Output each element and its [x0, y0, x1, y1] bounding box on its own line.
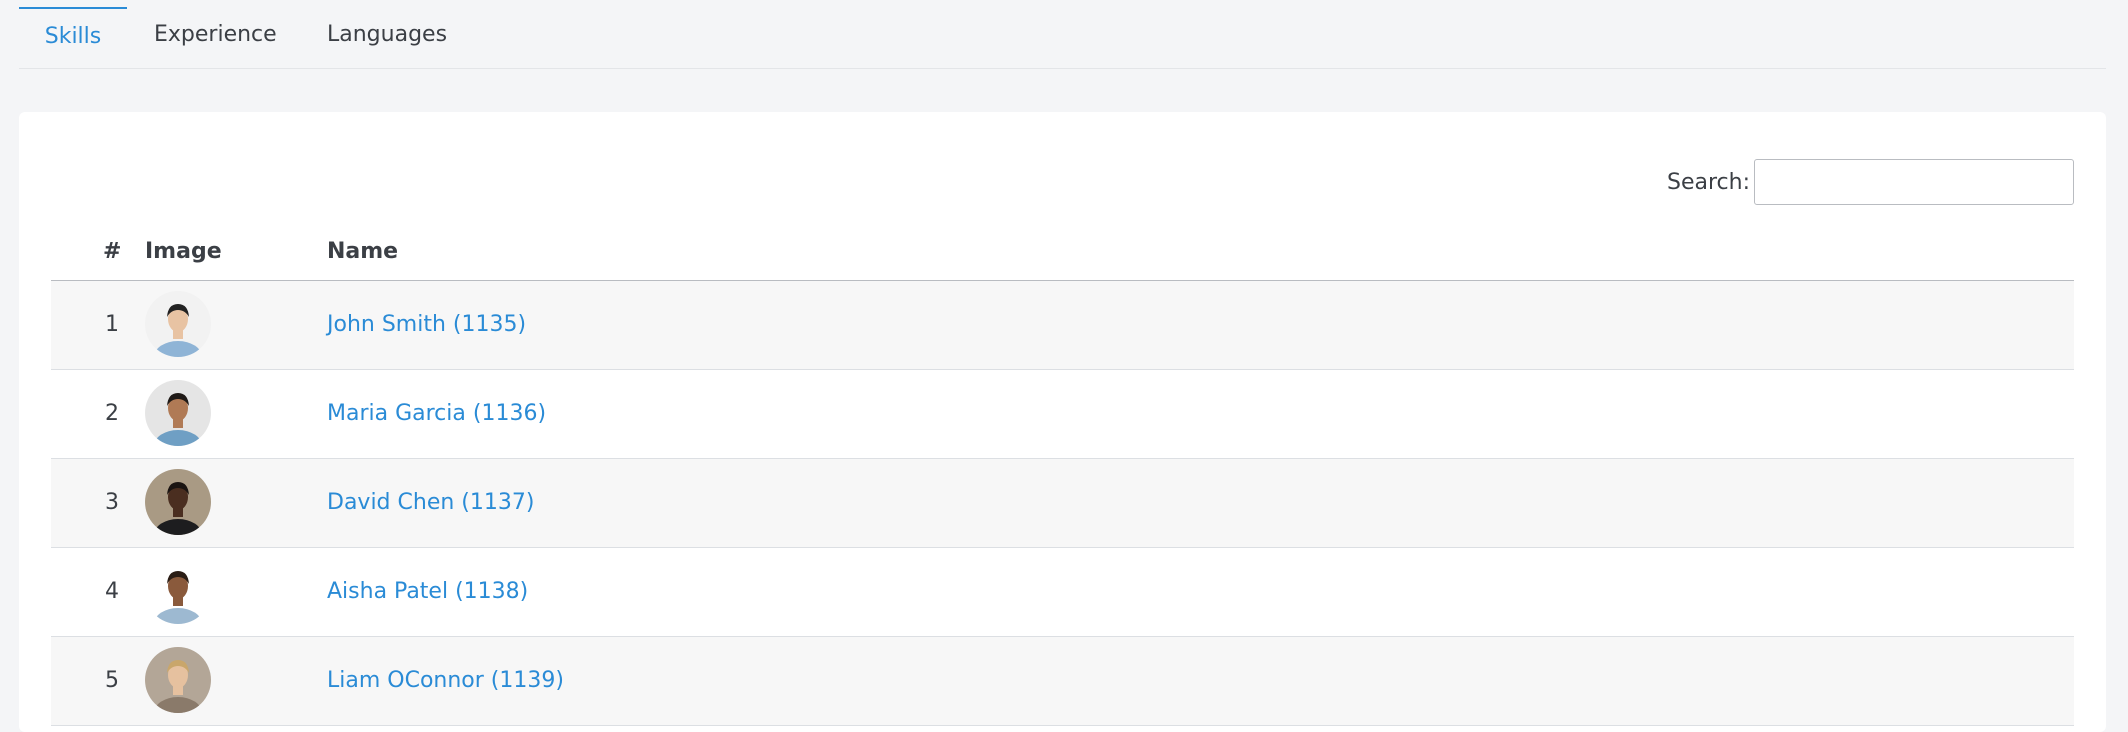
row-number: 1 — [105, 312, 119, 337]
skills-card: Search: # Image Name 1 John Smith (1135)… — [19, 112, 2106, 732]
person-photo — [145, 647, 211, 713]
row-number: 4 — [105, 579, 119, 604]
search-label: Search: — [1667, 169, 1750, 195]
person-photo — [145, 558, 211, 624]
tab-skills[interactable]: Skills — [19, 7, 127, 67]
person-photo — [145, 380, 211, 446]
row-number: 3 — [105, 490, 119, 515]
avatar — [145, 469, 211, 535]
row-number: 5 — [105, 668, 119, 693]
search-input[interactable] — [1754, 159, 2074, 205]
table-row: 2 Maria Garcia (1136) — [51, 370, 2074, 459]
avatar — [145, 558, 211, 624]
table-header: # Image Name — [51, 233, 2074, 281]
header-name[interactable]: Name — [327, 233, 398, 271]
person-name-link[interactable]: David Chen (1137) — [327, 459, 534, 547]
avatar — [145, 380, 211, 446]
person-name-link[interactable]: Aisha Patel (1138) — [327, 548, 528, 636]
search-group: Search: — [1667, 159, 2074, 205]
person-photo — [145, 291, 211, 357]
avatar — [145, 647, 211, 713]
tab-experience[interactable]: Experience — [154, 7, 277, 65]
people-table: # Image Name 1 John Smith (1135) 2 Maria… — [51, 233, 2074, 726]
person-name-link[interactable]: Liam OConnor (1139) — [327, 637, 564, 725]
person-name-link[interactable]: John Smith (1135) — [327, 281, 526, 369]
tab-bar: Skills Experience Languages — [19, 0, 2106, 69]
table-row: 4 Aisha Patel (1138) — [51, 548, 2074, 637]
avatar — [145, 291, 211, 357]
table-row: 1 John Smith (1135) — [51, 281, 2074, 370]
row-number: 2 — [105, 401, 119, 426]
header-image[interactable]: Image — [145, 233, 222, 271]
table-row: 5 Liam OConnor (1139) — [51, 637, 2074, 726]
person-photo — [145, 469, 211, 535]
person-name-link[interactable]: Maria Garcia (1136) — [327, 370, 546, 458]
table-row: 3 David Chen (1137) — [51, 459, 2074, 548]
tab-languages[interactable]: Languages — [327, 7, 447, 65]
header-number[interactable]: # — [103, 233, 121, 271]
